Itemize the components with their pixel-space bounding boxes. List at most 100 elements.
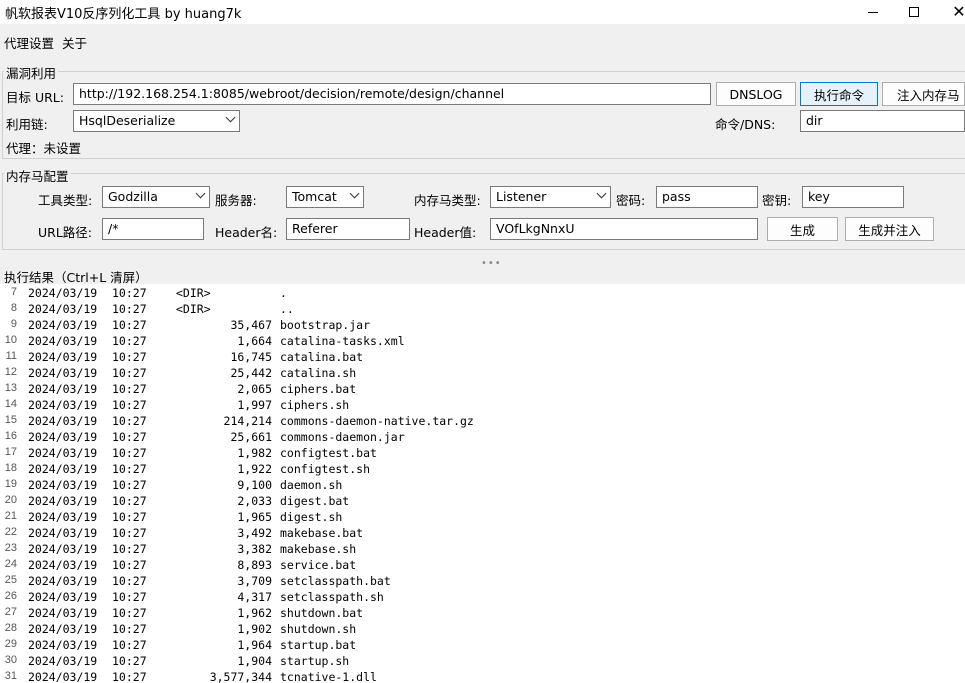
- line-time: 10:27: [112, 510, 147, 524]
- shell-type-label: 内存马类型:: [414, 193, 481, 208]
- line-time: 10:27: [112, 302, 147, 316]
- line-time: 10:27: [112, 286, 147, 300]
- line-time: 10:27: [112, 558, 147, 572]
- result-line: 27 2024/03/19 10:27 1,962 shutdown.bat: [0, 606, 965, 622]
- result-line: 22 2024/03/19 10:27 3,492 makebase.bat: [0, 526, 965, 542]
- line-filename: startup.bat: [280, 638, 357, 652]
- line-date: 2024/03/19: [28, 558, 98, 572]
- line-number: 11: [5, 350, 17, 362]
- line-time: 10:27: [112, 574, 147, 588]
- line-date: 2024/03/19: [28, 494, 98, 508]
- line-size: 1,904: [237, 654, 272, 668]
- line-number: 28: [4, 622, 17, 634]
- line-time: 10:27: [112, 606, 147, 620]
- line-size: 3,709: [237, 574, 272, 588]
- menu-about[interactable]: 关于: [62, 33, 87, 52]
- chain-label: 利用链:: [6, 117, 48, 132]
- line-date: 2024/03/19: [28, 654, 98, 668]
- line-size: <DIR>: [176, 286, 211, 300]
- line-filename: setclasspath.bat: [280, 574, 391, 588]
- result-line: 25 2024/03/19 10:27 3,709 setclasspath.bat: [0, 574, 965, 590]
- line-date: 2024/03/19: [28, 446, 98, 460]
- server-select[interactable]: Tomcat: [286, 186, 364, 208]
- key-label: 密钥:: [762, 193, 792, 208]
- line-size: 1,664: [237, 334, 272, 348]
- close-button[interactable]: ✕: [936, 0, 965, 24]
- line-number: 8: [10, 302, 17, 314]
- line-filename: digest.bat: [280, 494, 350, 508]
- line-filename: daemon.sh: [280, 478, 343, 492]
- menu-proxy-settings[interactable]: 代理设置: [4, 33, 54, 52]
- header-value-input[interactable]: VOfLkgNnxU: [490, 218, 758, 240]
- result-line: 26 2024/03/19 10:27 4,317 setclasspath.sh: [0, 590, 965, 606]
- generate-inject-button[interactable]: 生成并注入: [845, 217, 934, 241]
- tool-type-select[interactable]: Godzilla: [102, 186, 210, 208]
- line-filename: tcnative-1.dll: [280, 670, 377, 683]
- server-label: 服务器:: [215, 193, 257, 208]
- line-filename: configtest.bat: [280, 446, 377, 460]
- shell-type-select[interactable]: Listener: [490, 186, 611, 208]
- line-date: 2024/03/19: [28, 414, 98, 428]
- title-bar: 帆软报表V10反序列化工具 by huang7k ✕: [0, 0, 965, 24]
- server-value: Tomcat: [292, 189, 337, 204]
- line-number: 27: [4, 606, 17, 618]
- line-time: 10:27: [112, 494, 147, 508]
- cmd-dns-input[interactable]: dir: [800, 110, 965, 132]
- chain-select[interactable]: HsqlDeserialize: [73, 110, 240, 132]
- result-output[interactable]: 7 2024/03/19 10:27 <DIR>. 8 2024/03/19 10:27 <D…: [0, 284, 965, 683]
- line-date: 2024/03/19: [28, 350, 98, 364]
- line-time: 10:27: [112, 654, 147, 668]
- generate-button[interactable]: 生成: [767, 217, 838, 241]
- result-line: 12 2024/03/19 10:27 25,442 catalina.sh: [0, 366, 965, 382]
- line-filename: setclasspath.sh: [280, 590, 384, 604]
- line-filename: catalina.bat: [280, 350, 364, 364]
- chevron-down-icon: [195, 188, 206, 199]
- line-size: 1,922: [237, 462, 272, 476]
- minimize-icon: [868, 11, 878, 13]
- line-filename: configtest.sh: [280, 462, 371, 476]
- url-path-label: URL路径:: [38, 225, 93, 240]
- dnslog-button[interactable]: DNSLOG: [716, 82, 796, 106]
- target-url-input[interactable]: http://192.168.254.1:8085/webroot/decisi…: [73, 83, 711, 105]
- line-filename: commons-daemon-native.tar.gz: [280, 414, 474, 428]
- line-date: 2024/03/19: [28, 638, 98, 652]
- password-input[interactable]: pass: [656, 186, 758, 208]
- line-size: 214,214: [223, 414, 272, 428]
- execute-command-button[interactable]: 执行命令: [800, 82, 878, 106]
- key-input[interactable]: key: [802, 186, 904, 208]
- line-date: 2024/03/19: [28, 462, 98, 476]
- chevron-down-icon: [349, 188, 360, 199]
- line-number: 29: [4, 638, 17, 650]
- maximize-icon: [909, 7, 919, 17]
- line-size: 2,065: [237, 382, 272, 396]
- line-filename: shutdown.bat: [280, 606, 364, 620]
- line-number: 26: [4, 590, 17, 602]
- line-number: 23: [4, 542, 17, 554]
- window-title: 帆软报表V10反序列化工具 by huang7k: [5, 7, 242, 22]
- line-date: 2024/03/19: [28, 318, 98, 332]
- line-size: 1,965: [237, 510, 272, 524]
- line-time: 10:27: [112, 542, 147, 556]
- minimize-button[interactable]: [850, 0, 896, 24]
- line-date: 2024/03/19: [28, 590, 98, 604]
- url-path-input[interactable]: /*: [102, 218, 204, 240]
- line-number: 14: [4, 398, 17, 410]
- line-size: 9,100: [237, 478, 272, 492]
- line-filename: bootstrap.jar: [280, 318, 371, 332]
- proxy-status: 代理：未设置: [6, 141, 82, 156]
- splitter-handle[interactable]: •••: [481, 258, 502, 269]
- line-filename: digest.sh: [280, 510, 343, 524]
- line-size: 1,962: [237, 606, 272, 620]
- line-size: <DIR>: [176, 302, 211, 316]
- line-time: 10:27: [112, 398, 147, 412]
- inject-memshell-button[interactable]: 注入内存马: [882, 82, 965, 106]
- line-time: 10:27: [112, 478, 147, 492]
- line-size: 35,467: [230, 318, 272, 332]
- header-name-input[interactable]: Referer: [286, 218, 410, 240]
- line-time: 10:27: [112, 350, 147, 364]
- result-line: 21 2024/03/19 10:27 1,965 digest.sh: [0, 510, 965, 526]
- maximize-button[interactable]: [891, 0, 937, 24]
- result-line: 11 2024/03/19 10:27 16,745 catalina.bat: [0, 350, 965, 366]
- line-size: 1,964: [237, 638, 272, 652]
- line-number: 24: [4, 558, 17, 570]
